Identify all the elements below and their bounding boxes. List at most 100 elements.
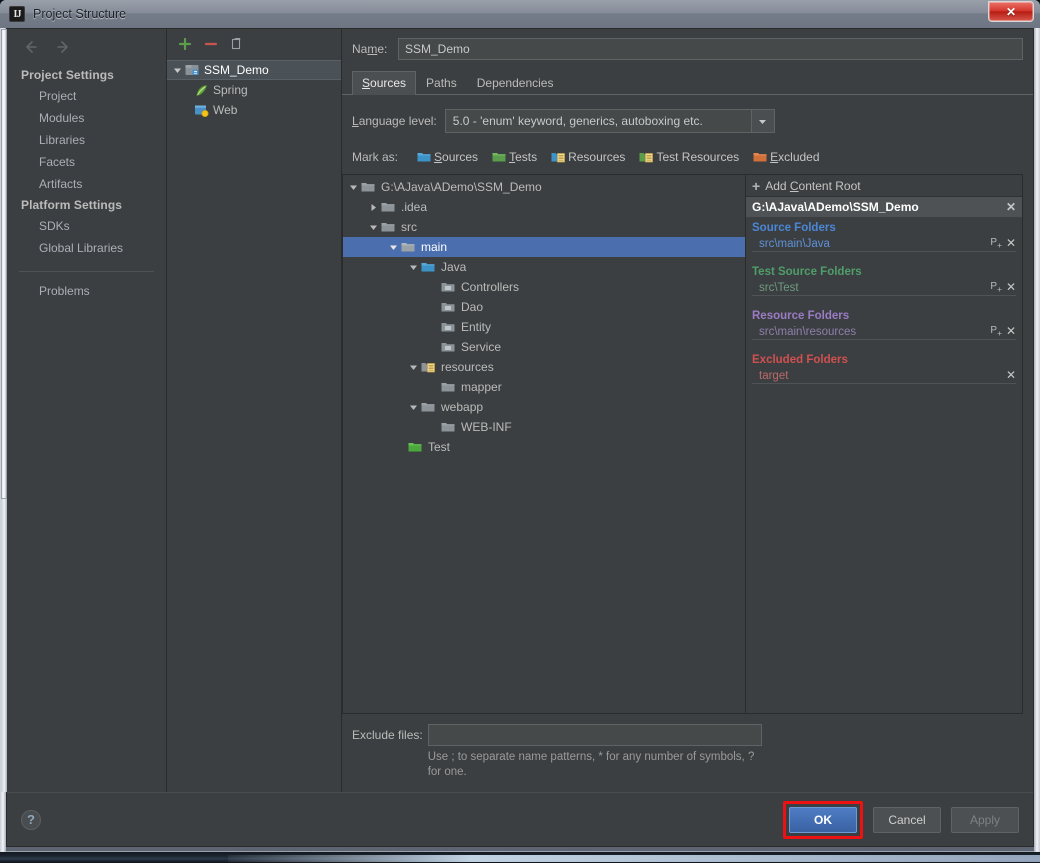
tree-row[interactable]: mapper <box>343 377 745 397</box>
properties-icon[interactable]: P+ <box>990 281 1002 294</box>
folder-icon <box>440 419 456 435</box>
tree-row[interactable]: Service <box>343 337 745 357</box>
module-row-ssm-demo[interactable]: SSM_Demo <box>167 60 341 80</box>
module-label: SSM_Demo <box>204 63 269 77</box>
sidebar-scrollbar[interactable] <box>1 29 7 792</box>
chevron-down-icon[interactable] <box>750 110 774 132</box>
mark-as-sources-label: Sources <box>434 149 479 164</box>
mark-as-excluded-button[interactable]: Excluded <box>752 149 820 164</box>
module-tabs: Sources Paths Dependencies <box>342 64 1033 95</box>
add-content-root-button[interactable]: + Add Content Root <box>746 175 1022 197</box>
mark-as-test-resources-button[interactable]: Test Resources <box>638 149 739 164</box>
window-title: Project Structure <box>33 7 127 21</box>
folder-tests-icon <box>407 439 423 455</box>
properties-icon[interactable]: P+ <box>990 325 1002 338</box>
tree-row[interactable]: main <box>343 237 745 257</box>
chevron-down-icon[interactable] <box>347 183 360 192</box>
cancel-button[interactable]: Cancel <box>873 806 941 833</box>
row-actions: P+ ✕ <box>984 236 1016 250</box>
settings-sidebar: Project Settings Project Modules Librari… <box>1 29 167 792</box>
tree-row[interactable]: Entity <box>343 317 745 337</box>
folder-test-resources-icon <box>638 149 653 164</box>
chevron-down-icon[interactable] <box>407 363 420 372</box>
resource-folder-row[interactable]: src\main\resources P+ ✕ <box>752 324 1016 340</box>
test-source-folder-row[interactable]: src\Test P+ ✕ <box>752 280 1016 296</box>
tab-sources[interactable]: Sources <box>352 71 417 95</box>
modules-toolbar <box>167 29 341 58</box>
tree-row-label: Java <box>441 260 467 274</box>
add-module-button[interactable] <box>177 36 193 52</box>
tree-row-label: .idea <box>401 200 428 214</box>
modules-panel: SSM_Demo Spring Web <box>167 29 342 792</box>
sidebar-item-problems[interactable]: Problems <box>7 280 166 302</box>
tree-row-label: Test <box>428 440 451 454</box>
mark-as-tests-button[interactable]: Tests <box>491 149 537 164</box>
folder-package-icon <box>440 299 456 315</box>
tab-dependencies[interactable]: Dependencies <box>467 71 564 95</box>
tree-row[interactable]: G:\AJava\ADemo\SSM_Demo <box>343 177 745 197</box>
tab-paths[interactable]: Paths <box>416 71 467 95</box>
chevron-down-icon[interactable] <box>367 223 380 232</box>
remove-source-folder-icon[interactable]: ✕ <box>1006 236 1016 250</box>
tree-row[interactable]: Controllers <box>343 277 745 297</box>
tree-row[interactable]: resources <box>343 357 745 377</box>
tree-row[interactable]: webapp <box>343 397 745 417</box>
module-label: Spring <box>213 83 248 97</box>
chevron-right-icon[interactable] <box>367 203 380 212</box>
sidebar-item-facets[interactable]: Facets <box>7 151 166 173</box>
mark-as-resources-button[interactable]: Resources <box>550 149 625 164</box>
taskbar-glow <box>228 855 1040 862</box>
window-bottom-edge <box>0 852 1040 863</box>
tree-row[interactable]: WEB-INF <box>343 417 745 437</box>
exclude-files-input[interactable] <box>427 724 762 746</box>
tree-row[interactable]: .idea <box>343 197 745 217</box>
remove-content-root-icon[interactable]: ✕ <box>1006 200 1016 214</box>
exclude-files-column: Use ; to separate name patterns, * for a… <box>427 724 1023 780</box>
source-folder-row[interactable]: src\main\Java P+ ✕ <box>752 236 1016 252</box>
chevron-down-icon[interactable] <box>407 403 420 412</box>
module-row-web[interactable]: Web <box>167 100 341 120</box>
mark-as-excluded-label: Excluded <box>770 149 820 164</box>
copy-module-button[interactable] <box>229 36 245 52</box>
tree-row[interactable]: src <box>343 217 745 237</box>
sidebar-item-modules[interactable]: Modules <box>7 107 166 129</box>
folder-package-icon <box>440 279 456 295</box>
remove-resource-folder-icon[interactable]: ✕ <box>1006 324 1016 338</box>
sidebar-item-global-libraries[interactable]: Global Libraries <box>7 237 166 259</box>
tree-row[interactable]: Dao <box>343 297 745 317</box>
tree-row[interactable]: Java <box>343 257 745 277</box>
row-actions: ✕ <box>1000 368 1016 382</box>
sidebar-scrollbar-thumb[interactable] <box>1 29 7 499</box>
remove-module-button[interactable] <box>203 36 219 52</box>
row-actions: P+ ✕ <box>984 280 1016 294</box>
excluded-folder-row[interactable]: target ✕ <box>752 368 1016 384</box>
folder-path: src\Test <box>759 282 799 294</box>
dialog-footer: ? OK Cancel Apply <box>7 792 1033 846</box>
mark-as-sources-button[interactable]: Sources <box>416 149 478 164</box>
exclude-files-hint: Use ; to separate name patterns, * for a… <box>427 751 755 778</box>
language-level-select[interactable]: 5.0 - 'enum' keyword, generics, autoboxi… <box>444 109 775 133</box>
module-name-label: Name: <box>352 42 388 56</box>
sidebar-item-sdks[interactable]: SDKs <box>7 215 166 237</box>
section-source-folders: Source Folders src\main\Java P+ ✕ <box>746 217 1022 252</box>
chevron-down-icon[interactable] <box>171 64 183 76</box>
nav-forward-icon[interactable] <box>55 39 71 55</box>
help-icon[interactable]: ? <box>21 809 41 830</box>
sidebar-item-artifacts[interactable]: Artifacts <box>7 173 166 195</box>
module-row-spring[interactable]: Spring <box>167 80 341 100</box>
remove-excluded-folder-icon[interactable]: ✕ <box>1006 368 1016 382</box>
sidebar-item-libraries[interactable]: Libraries <box>7 129 166 151</box>
module-icon <box>184 62 200 78</box>
content-root-tree[interactable]: G:\AJava\ADemo\SSM_Demo .idea src main J… <box>343 175 745 713</box>
module-name-input[interactable]: SSM_Demo <box>398 38 1023 60</box>
remove-test-source-folder-icon[interactable]: ✕ <box>1006 280 1016 294</box>
ok-button[interactable]: OK <box>789 806 857 833</box>
close-icon[interactable]: ✕ <box>988 1 1034 22</box>
properties-icon[interactable]: P+ <box>990 237 1002 250</box>
chevron-down-icon[interactable] <box>387 243 400 252</box>
sidebar-item-project[interactable]: Project <box>7 85 166 107</box>
content-root-path: G:\AJava\ADemo\SSM_Demo <box>752 200 919 214</box>
chevron-down-icon[interactable] <box>407 263 420 272</box>
tree-row[interactable]: Test <box>343 437 745 457</box>
nav-back-icon[interactable] <box>23 39 39 55</box>
